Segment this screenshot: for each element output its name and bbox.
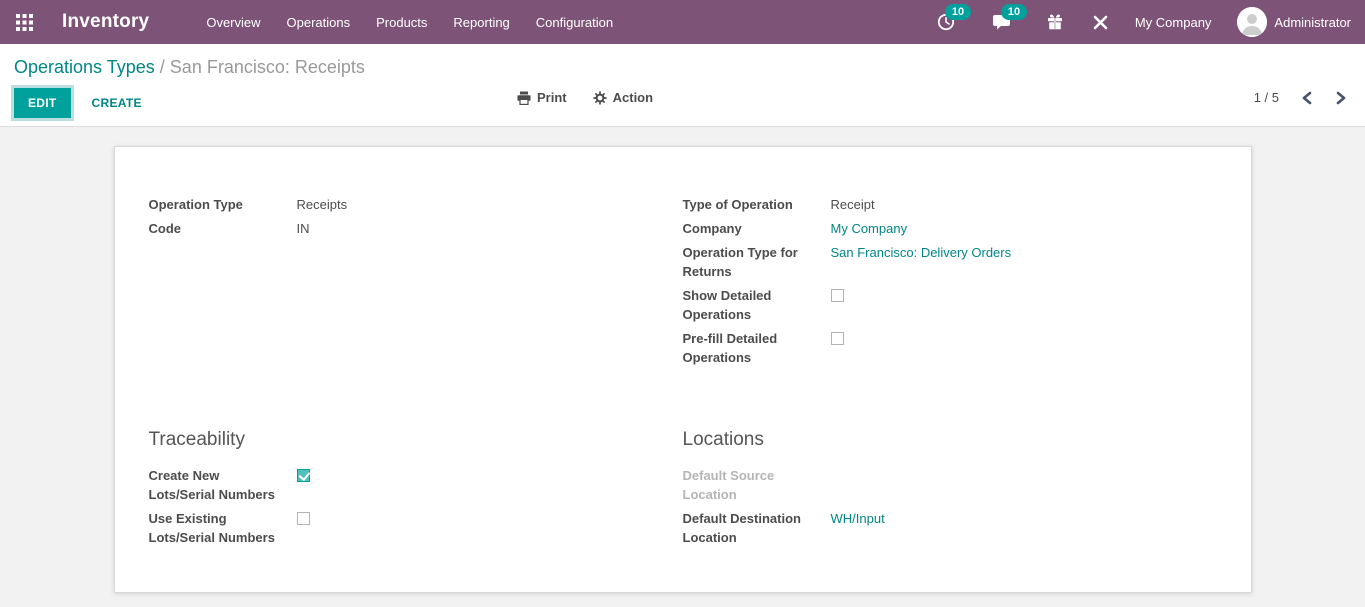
action-menus: Print Action: [517, 90, 653, 105]
field-type-of-operation: Type of Operation Receipt: [683, 195, 1217, 214]
breadcrumb-current: San Francisco: Receipts: [170, 57, 365, 77]
print-menu[interactable]: Print: [517, 90, 567, 105]
prefill-detailed-operations-checkbox[interactable]: [831, 332, 844, 345]
user-menu[interactable]: Administrator: [1225, 7, 1351, 37]
traceability-section-title: Traceability: [149, 429, 683, 451]
menu-products[interactable]: Products: [363, 10, 440, 35]
app-title[interactable]: Inventory: [62, 11, 149, 33]
field-company: Company My Company: [683, 219, 1217, 238]
pager-next-button[interactable]: [1335, 91, 1347, 105]
activities-badge: 10: [945, 4, 971, 20]
menu-operations[interactable]: Operations: [274, 10, 364, 35]
form-sheet: Operation Type Receipts Code IN Type of …: [114, 146, 1252, 593]
pager-count: 1 / 5: [1254, 90, 1279, 105]
pager-previous-button[interactable]: [1301, 91, 1313, 105]
field-value: Receipts: [297, 195, 348, 214]
control-panel: Operations Types / San Francisco: Receip…: [0, 44, 1365, 127]
traceability-section: Traceability Create New Lots/Serial Numb…: [149, 429, 683, 552]
field-return-operation-type: Operation Type for Returns San Francisco…: [683, 243, 1217, 281]
breadcrumb-separator: /: [160, 57, 170, 77]
printer-icon: [517, 91, 531, 105]
field-label: Company: [683, 219, 831, 238]
messages-badge: 10: [1001, 4, 1027, 20]
breadcrumb-parent-link[interactable]: Operations Types: [14, 57, 155, 77]
form-left-column: Operation Type Receipts Code IN: [149, 195, 683, 372]
field-default-source-location: Default Source Location: [683, 466, 1217, 504]
field-label: Operation Type: [149, 195, 297, 214]
field-label: Default Destination Location: [683, 509, 831, 547]
messages-button[interactable]: 10: [981, 13, 1024, 31]
create-button[interactable]: CREATE: [92, 96, 142, 110]
apps-grid-icon: [16, 14, 33, 31]
create-new-lots-checkbox[interactable]: [297, 469, 310, 482]
user-avatar: [1237, 7, 1267, 37]
field-default-destination-location: Default Destination Location WH/Input: [683, 509, 1217, 547]
field-prefill-detailed-operations: Pre-fill Detailed Operations: [683, 329, 1217, 367]
field-use-existing-lots: Use Existing Lots/Serial Numbers: [149, 509, 683, 547]
gift-icon: [1046, 13, 1064, 31]
locations-section: Locations Default Source Location Defaul…: [683, 429, 1217, 552]
pager: 1 / 5: [1254, 90, 1347, 105]
field-label: Operation Type for Returns: [683, 243, 831, 281]
breadcrumb: Operations Types / San Francisco: Receip…: [0, 44, 1365, 86]
use-existing-lots-checkbox[interactable]: [297, 512, 310, 525]
top-navbar: Inventory Overview Operations Products R…: [0, 0, 1365, 44]
field-operation-type: Operation Type Receipts: [149, 195, 683, 214]
menu-reporting[interactable]: Reporting: [440, 10, 522, 35]
field-code: Code IN: [149, 219, 683, 238]
field-value: Receipt: [831, 195, 875, 214]
field-label: Show Detailed Operations: [683, 286, 831, 324]
user-name: Administrator: [1274, 15, 1351, 30]
return-operation-type-link[interactable]: San Francisco: Delivery Orders: [831, 243, 1012, 281]
form-main-group: Operation Type Receipts Code IN Type of …: [149, 195, 1217, 372]
apps-menu-button[interactable]: [0, 0, 48, 44]
field-value: IN: [297, 219, 310, 238]
field-label: Create New Lots/Serial Numbers: [149, 466, 297, 504]
form-right-column: Type of Operation Receipt Company My Com…: [683, 195, 1217, 372]
gear-icon: [593, 91, 607, 105]
tools-button[interactable]: [1080, 14, 1121, 31]
field-label: Default Source Location: [683, 466, 831, 504]
field-label: Pre-fill Detailed Operations: [683, 329, 831, 367]
show-detailed-operations-checkbox[interactable]: [831, 289, 844, 302]
field-create-new-lots: Create New Lots/Serial Numbers: [149, 466, 683, 504]
menu-configuration[interactable]: Configuration: [523, 10, 626, 35]
field-label: Use Existing Lots/Serial Numbers: [149, 509, 297, 547]
field-label: Code: [149, 219, 297, 238]
action-label: Action: [613, 90, 653, 105]
tools-icon: [1092, 14, 1109, 31]
default-destination-location-link[interactable]: WH/Input: [831, 509, 885, 547]
edit-button[interactable]: EDIT: [14, 88, 71, 118]
control-panel-buttons: EDIT CREATE Print: [0, 86, 1365, 126]
field-show-detailed-operations: Show Detailed Operations: [683, 286, 1217, 324]
locations-section-title: Locations: [683, 429, 1217, 451]
menu-overview[interactable]: Overview: [193, 10, 273, 35]
gift-button[interactable]: [1034, 13, 1076, 31]
form-sections: Traceability Create New Lots/Serial Numb…: [149, 429, 1217, 552]
company-switcher[interactable]: My Company: [1121, 15, 1226, 30]
activities-button[interactable]: 10: [925, 13, 967, 31]
company-link[interactable]: My Company: [831, 219, 908, 238]
content-area: Operation Type Receipts Code IN Type of …: [0, 127, 1365, 590]
systray: 10 10: [925, 7, 1351, 37]
field-label: Type of Operation: [683, 195, 831, 214]
main-menu: Overview Operations Products Reporting C…: [193, 10, 626, 35]
print-label: Print: [537, 90, 567, 105]
action-menu[interactable]: Action: [593, 90, 653, 105]
